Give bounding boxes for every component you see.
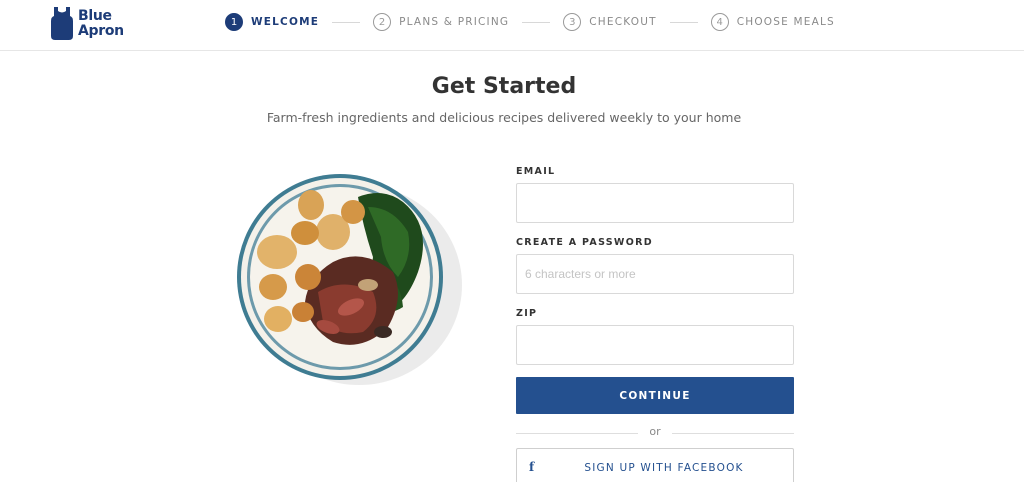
logo-line-2: Apron (78, 22, 124, 39)
step-label: CHECKOUT (589, 16, 657, 28)
step-plans-pricing: 2 PLANS & PRICING (373, 13, 509, 31)
password-input[interactable] (516, 254, 794, 294)
progress-steps: 1 WELCOME 2 PLANS & PRICING 3 CHECKOUT 4… (225, 13, 835, 31)
step-label: CHOOSE MEALS (736, 16, 835, 28)
page-title: Get Started (431, 74, 577, 99)
step-number: 4 (710, 13, 729, 31)
step-label: WELCOME (251, 16, 320, 28)
step-connector (669, 21, 698, 23)
or-text: or (649, 425, 661, 438)
facebook-signup-label: SIGN UP WITH FACEBOOK (584, 462, 744, 474)
page-subtitle: Farm-fresh ingredients and delicious rec… (266, 110, 742, 125)
step-connector (522, 21, 551, 23)
or-divider: or (516, 425, 794, 441)
top-header: Blue Apron 1 WELCOME 2 PLANS & PRICING 3… (0, 0, 1024, 51)
blue-apron-logo[interactable]: Blue Apron (51, 7, 124, 40)
continue-button[interactable]: CONTINUE (516, 377, 794, 414)
step-number: 2 (373, 13, 392, 31)
email-label: EMAIL (516, 166, 556, 177)
divider-line-right (672, 433, 794, 434)
zip-label: ZIP (516, 308, 538, 319)
step-number: 1 (225, 13, 243, 31)
password-label: CREATE A PASSWORD (516, 237, 653, 248)
facebook-signup-button[interactable]: f SIGN UP WITH FACEBOOK (516, 448, 794, 482)
step-label: PLANS & PRICING (399, 16, 510, 28)
meal-plate-image (237, 174, 462, 385)
logo-wordmark: Blue Apron (78, 7, 124, 39)
step-welcome: 1 WELCOME (225, 13, 319, 31)
email-input[interactable] (516, 183, 794, 223)
apron-logo-icon (51, 7, 73, 40)
logo-line-1: Blue (78, 7, 112, 24)
step-connector (332, 21, 361, 23)
step-number: 3 (563, 13, 582, 31)
zip-input[interactable] (516, 325, 794, 365)
step-choose-meals: 4 CHOOSE MEALS (710, 13, 835, 31)
step-checkout: 3 CHECKOUT (563, 13, 656, 31)
